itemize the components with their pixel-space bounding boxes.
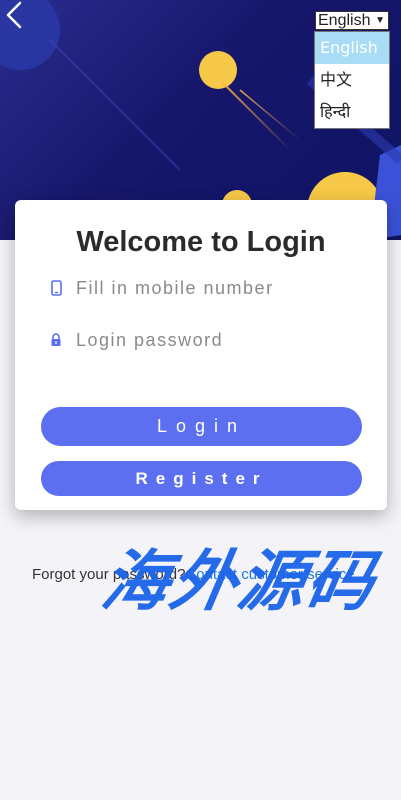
language-option-english[interactable]: English — [315, 32, 389, 64]
mobile-field[interactable]: Fill in mobile number — [49, 273, 349, 303]
language-option-hindi[interactable]: हिन्दी — [315, 96, 389, 128]
register-button[interactable]: Register — [41, 461, 362, 496]
language-option-chinese[interactable]: 中文 — [315, 64, 389, 96]
page-title: Welcome to Login — [76, 226, 326, 258]
password-placeholder: Login password — [76, 329, 224, 350]
login-screen: English ▼ English 中文 हिन्दी Welcome to L… — [0, 0, 401, 800]
watermark-text: 海外源码 — [96, 543, 382, 620]
chevron-down-icon: ▼ — [375, 15, 385, 26]
mobile-placeholder: Fill in mobile number — [76, 277, 274, 298]
language-dropdown: English 中文 हिन्दी — [314, 31, 390, 129]
lock-icon — [51, 333, 61, 346]
language-select[interactable]: English ▼ — [315, 11, 389, 30]
password-field[interactable]: Login password — [49, 325, 349, 355]
chevron-left-icon[interactable] — [0, 0, 30, 30]
phone-icon — [51, 280, 62, 296]
login-button[interactable]: Login — [41, 407, 362, 446]
login-card: Welcome to Login Fill in mobile number L… — [15, 200, 387, 510]
language-select-value: English — [318, 11, 371, 29]
